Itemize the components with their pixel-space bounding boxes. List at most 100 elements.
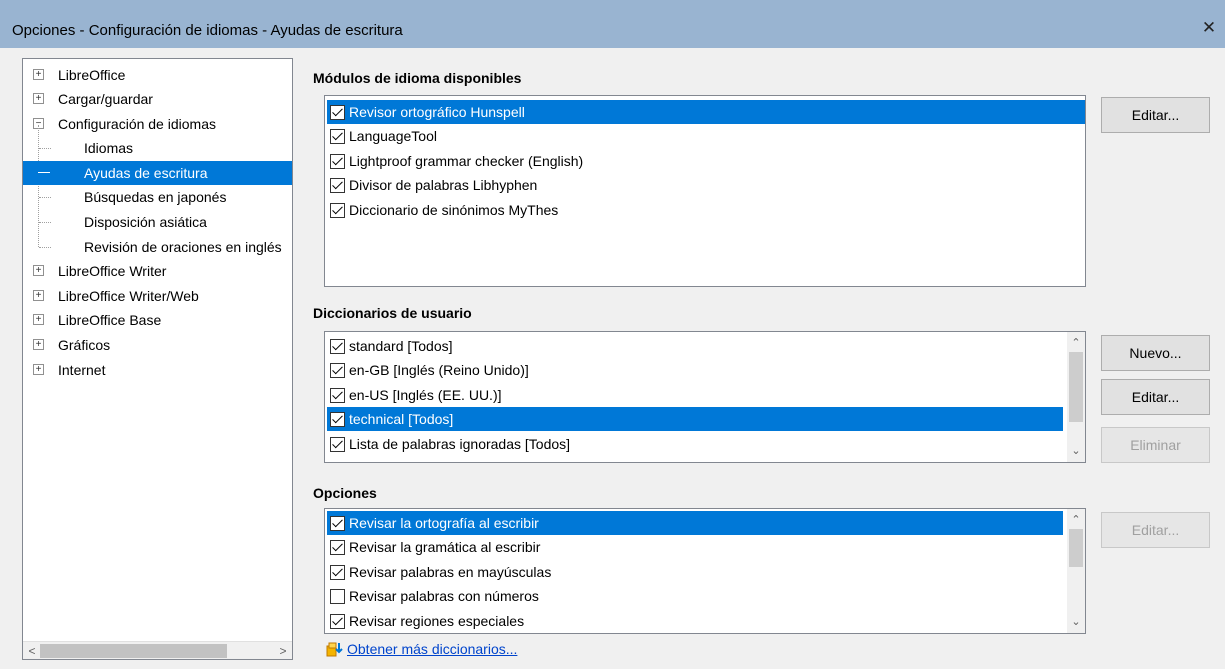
- list-item[interactable]: standard [Todos]: [327, 334, 1063, 358]
- checkbox[interactable]: [330, 387, 345, 403]
- get-more-dictionaries-link[interactable]: Obtener más diccionarios...: [326, 640, 517, 658]
- tree-item-label: Idiomas: [84, 140, 134, 156]
- close-icon[interactable]: ✕: [1199, 18, 1219, 38]
- options-list[interactable]: Revisar la ortografía al escribir Revisa…: [324, 508, 1086, 634]
- expand-icon[interactable]: +: [33, 339, 44, 350]
- checkbox[interactable]: [330, 436, 345, 452]
- checkbox[interactable]: [330, 362, 345, 378]
- list-item[interactable]: Lightproof grammar checker (English): [327, 149, 1085, 173]
- list-item-label: Revisar la ortografía al escribir: [349, 515, 539, 531]
- tree-connector: [38, 172, 50, 173]
- checkbox[interactable]: [330, 539, 345, 555]
- list-item-label: Revisar palabras con números: [349, 588, 539, 604]
- expand-icon[interactable]: +: [33, 93, 44, 104]
- tree-item-english-sentence-checking[interactable]: Revisión de oraciones en inglés: [23, 235, 292, 259]
- tree-item-writer-web[interactable]: + LibreOffice Writer/Web: [23, 284, 292, 308]
- list-item-label: en-GB [Inglés (Reino Unido)]: [349, 362, 529, 378]
- list-item[interactable]: Revisar regiones especiales: [327, 609, 1063, 633]
- list-item-label: Lightproof grammar checker (English): [349, 153, 584, 169]
- list-item[interactable]: Diccionario de sinónimos MyThes: [327, 198, 1085, 222]
- options-scrollbar[interactable]: ⌃ ⌄: [1067, 509, 1085, 633]
- edit-dictionary-button[interactable]: Editar...: [1101, 379, 1210, 415]
- checkbox[interactable]: [330, 153, 345, 169]
- list-item-label: technical [Todos]: [349, 411, 454, 427]
- tree-item-label: Internet: [58, 362, 106, 378]
- checkbox[interactable]: [330, 564, 345, 580]
- options-dialog: Opciones - Configuración de idiomas - Ay…: [0, 0, 1225, 669]
- checkbox[interactable]: [330, 202, 345, 218]
- checkbox[interactable]: [330, 613, 345, 629]
- edit-module-button[interactable]: Editar...: [1101, 97, 1210, 133]
- tree-item-charts[interactable]: + Gráficos: [23, 333, 292, 357]
- list-item-label: Lista de palabras ignoradas [Todos]: [349, 436, 571, 452]
- new-dictionary-button[interactable]: Nuevo...: [1101, 335, 1210, 371]
- tree-item-writing-aids[interactable]: Ayudas de escritura: [23, 161, 292, 185]
- tree-item-load-save[interactable]: + Cargar/guardar: [23, 87, 292, 111]
- user-dictionaries-scrollbar[interactable]: ⌃ ⌄: [1067, 332, 1085, 462]
- tree-item-japanese-find[interactable]: Búsquedas en japonés: [23, 185, 292, 209]
- tree-item-internet[interactable]: + Internet: [23, 358, 292, 382]
- checkbox[interactable]: [330, 338, 345, 354]
- list-item-label: LanguageTool: [349, 128, 437, 144]
- window-title: Opciones - Configuración de idiomas - Ay…: [12, 22, 403, 39]
- scrollbar-thumb[interactable]: [1069, 352, 1083, 422]
- tree-item-label: Búsquedas en japonés: [84, 189, 227, 205]
- list-item[interactable]: LanguageTool: [327, 124, 1085, 148]
- expand-icon[interactable]: +: [33, 290, 44, 301]
- checkbox[interactable]: [330, 128, 345, 144]
- list-item-label: Revisar la gramática al escribir: [349, 539, 541, 555]
- list-item-label: standard [Todos]: [349, 338, 453, 354]
- tree-item-writer[interactable]: + LibreOffice Writer: [23, 259, 292, 283]
- list-item[interactable]: Revisar palabras en mayúsculas: [327, 560, 1063, 584]
- title-bar: Opciones - Configuración de idiomas - Ay…: [0, 0, 1225, 48]
- list-item[interactable]: Revisar palabras con números: [327, 584, 1063, 608]
- edit-option-button[interactable]: Editar...: [1101, 512, 1210, 548]
- expand-icon[interactable]: +: [33, 314, 44, 325]
- list-item[interactable]: Revisar la ortografía al escribir: [327, 511, 1063, 535]
- list-item[interactable]: en-US [Inglés (EE. UU.)]: [327, 383, 1063, 407]
- list-item[interactable]: Lista de palabras ignoradas [Todos]: [327, 432, 1063, 456]
- tree-item-label: Gráficos: [58, 337, 111, 353]
- user-dictionaries-list[interactable]: standard [Todos] en-GB [Inglés (Reino Un…: [324, 331, 1086, 463]
- tree-item-label: LibreOffice Base: [58, 312, 162, 328]
- modules-list[interactable]: Revisor ortográfico Hunspell LanguageToo…: [324, 95, 1086, 287]
- checkbox[interactable]: [330, 104, 345, 120]
- tree-horizontal-scrollbar[interactable]: < >: [23, 641, 292, 659]
- tree-item-label: LibreOffice Writer/Web: [58, 288, 199, 304]
- list-item[interactable]: Divisor de palabras Libhyphen: [327, 173, 1085, 197]
- checkbox[interactable]: [330, 411, 345, 427]
- tree-item-asian-layout[interactable]: Disposición asiática: [23, 210, 292, 234]
- expand-icon[interactable]: +: [33, 265, 44, 276]
- scroll-up-icon[interactable]: ⌃: [1067, 334, 1085, 352]
- scroll-left-icon[interactable]: <: [24, 643, 40, 659]
- tree-item-language-settings[interactable]: − Configuración de idiomas: [23, 112, 292, 136]
- expand-icon[interactable]: +: [33, 69, 44, 80]
- checkbox[interactable]: [330, 588, 345, 604]
- scroll-down-icon[interactable]: ⌄: [1067, 442, 1085, 460]
- list-item-label: Revisar palabras en mayúsculas: [349, 564, 552, 580]
- get-more-dictionaries-label: Obtener más diccionarios...: [347, 641, 518, 657]
- download-extension-icon: [326, 640, 344, 658]
- checkbox[interactable]: [330, 515, 345, 531]
- delete-dictionary-button[interactable]: Eliminar: [1101, 427, 1210, 463]
- scrollbar-thumb[interactable]: [1069, 529, 1083, 567]
- scroll-up-icon[interactable]: ⌃: [1067, 511, 1085, 529]
- list-item-label: Diccionario de sinónimos MyThes: [349, 202, 559, 218]
- list-item[interactable]: en-GB [Inglés (Reino Unido)]: [327, 358, 1063, 382]
- tree-item-label: LibreOffice: [58, 67, 126, 83]
- checkbox[interactable]: [330, 177, 345, 193]
- list-item[interactable]: Revisar la gramática al escribir: [327, 535, 1063, 559]
- scroll-down-icon[interactable]: ⌄: [1067, 613, 1085, 631]
- list-item[interactable]: Revisor ortográfico Hunspell: [327, 100, 1085, 124]
- expand-icon[interactable]: +: [33, 364, 44, 375]
- tree-item-label: Cargar/guardar: [58, 91, 153, 107]
- user-dictionaries-title: Diccionarios de usuario: [313, 305, 472, 321]
- list-item-label: Revisar regiones especiales: [349, 613, 525, 629]
- tree-item-languages[interactable]: Idiomas: [23, 136, 292, 160]
- tree-item-base[interactable]: + LibreOffice Base: [23, 308, 292, 332]
- scrollbar-thumb[interactable]: [40, 644, 227, 658]
- scroll-right-icon[interactable]: >: [275, 643, 291, 659]
- list-item[interactable]: technical [Todos]: [327, 407, 1063, 431]
- options-tree[interactable]: + LibreOffice + Cargar/guardar − Configu…: [22, 58, 293, 660]
- tree-item-libreoffice[interactable]: + LibreOffice: [23, 63, 292, 87]
